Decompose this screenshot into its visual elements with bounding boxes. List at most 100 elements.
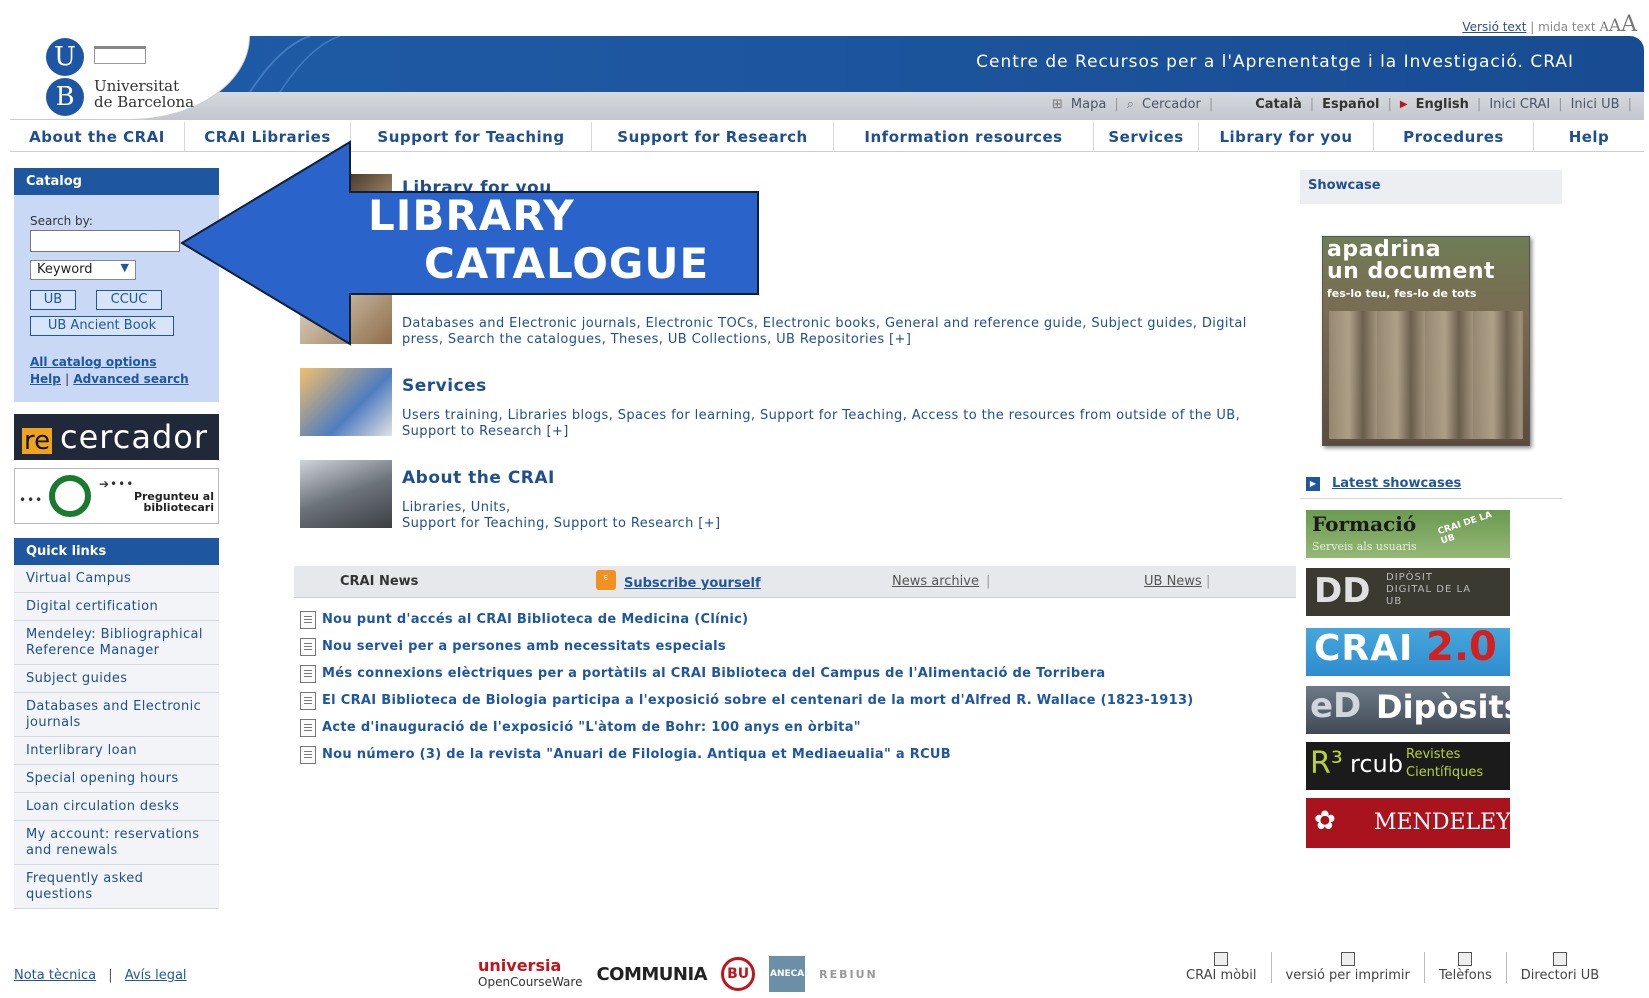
mobile-link[interactable]: CRAI mòbil: [1172, 952, 1271, 983]
nav-about-crai[interactable]: About the CRAI: [10, 122, 185, 151]
text-version-link[interactable]: Versió text: [1462, 20, 1526, 34]
rebiun-logo[interactable]: REBIUN: [819, 968, 878, 981]
news-item[interactable]: Nou punt d'accés al CRAI Biblioteca de M…: [300, 606, 1194, 633]
news-item-text: Nou punt d'accés al CRAI Biblioteca de M…: [322, 612, 749, 627]
ub-news-link[interactable]: UB News: [1144, 574, 1202, 589]
formacio-banner[interactable]: Formació Serveis als usuaris CRAI DE LA …: [1306, 510, 1510, 558]
ask-librarian-banner[interactable]: ••• ➔••• Pregunteu al bibliotecari: [14, 468, 219, 524]
universia-logo[interactable]: universia OpenCourseWare: [478, 958, 582, 990]
universia-text: universia: [478, 956, 562, 975]
crai20-banner[interactable]: CRAI 2.0: [1306, 628, 1510, 676]
rcub-subtitle: Revistes Científiques: [1406, 747, 1484, 780]
quick-link-my-account[interactable]: My account: reservations and renewals: [14, 821, 219, 865]
divider: |: [986, 574, 991, 589]
nav-services[interactable]: Services: [1094, 122, 1199, 151]
text-size-small-button[interactable]: A: [1599, 20, 1608, 35]
nav-help[interactable]: Help: [1534, 122, 1644, 151]
quick-link-databases[interactable]: Databases and Electronic journals: [14, 693, 219, 737]
news-archive-link[interactable]: News archive: [892, 574, 979, 589]
document-icon: [300, 745, 316, 764]
recercador-banner[interactable]: re cercador: [14, 414, 219, 460]
news-item[interactable]: Nou servei per a persones amb necessitat…: [300, 633, 1194, 660]
news-item[interactable]: Nou número (3) de la revista "Anuari de …: [300, 741, 1194, 768]
formacio-title: Formació: [1312, 512, 1417, 536]
legal-notice-link[interactable]: Avís legal: [125, 968, 187, 983]
news-item-text: El CRAI Biblioteca de Biologia participa…: [322, 693, 1194, 708]
phones-link[interactable]: Telèfons: [1423, 952, 1506, 983]
bu-logo[interactable]: BU: [721, 957, 756, 991]
text-size-medium-button[interactable]: A: [1609, 16, 1621, 36]
site-header: U B Universitat de Barcelona Centre de R…: [10, 36, 1644, 122]
search-ccuc-button[interactable]: CCUC: [96, 290, 162, 310]
search-type-select[interactable]: Keyword ▼: [30, 260, 136, 280]
callout-line2: CATALOGUE: [424, 239, 710, 288]
search-ancient-book-button[interactable]: UB Ancient Book: [30, 316, 174, 336]
rss-icon[interactable]: ᵋ: [596, 570, 616, 590]
nav-procedures[interactable]: Procedures: [1374, 122, 1534, 151]
lang-espanol[interactable]: Español: [1322, 97, 1379, 112]
nav-library-for-you[interactable]: Library for you: [1199, 122, 1374, 151]
diposit-logo-icon: DD: [1314, 571, 1371, 611]
divider: |: [1627, 97, 1632, 112]
quick-link-digital-certification[interactable]: Digital certification: [14, 593, 219, 621]
formacio-subtitle: Serveis als usuaris: [1312, 540, 1417, 553]
logo-u: U: [46, 38, 84, 76]
quick-link-faq[interactable]: Frequently asked questions: [14, 865, 219, 909]
latest-showcases-link[interactable]: Latest showcases: [1332, 476, 1461, 491]
document-icon: [300, 637, 316, 656]
quick-link-mendeley[interactable]: Mendeley: Bibliographical Reference Mana…: [14, 621, 219, 665]
subscribe-link[interactable]: Subscribe yourself: [624, 576, 761, 591]
logo-wordmark: Universitat de Barcelona: [94, 78, 194, 110]
divider: |: [1530, 20, 1539, 34]
latest-showcases[interactable]: ▶ Latest showcases: [1306, 476, 1461, 491]
formacio-badge: CRAI DE LA UB: [1436, 510, 1494, 547]
quick-link-opening-hours[interactable]: Special opening hours: [14, 765, 219, 793]
quick-link-virtual-campus[interactable]: Virtual Campus: [14, 565, 219, 593]
quick-links-list: Virtual Campus Digital certification Men…: [14, 565, 219, 909]
directory-link[interactable]: Directori UB: [1505, 952, 1613, 983]
ask-librarian-label: Pregunteu al bibliotecari: [134, 491, 214, 513]
inici-crai-link[interactable]: Inici CRAI: [1489, 97, 1550, 112]
aneca-logo[interactable]: ANECA: [769, 956, 806, 992]
mendeley-banner[interactable]: ✿ MENDELEY: [1306, 798, 1510, 848]
search-ub-button[interactable]: UB: [30, 290, 76, 310]
news-item[interactable]: Més connexions elèctriques per a portàti…: [300, 660, 1194, 687]
quick-link-loan-desks[interactable]: Loan circulation desks: [14, 793, 219, 821]
ediposits-banner[interactable]: eD Dipòsits: [1306, 686, 1510, 734]
mendeley-text: MENDELEY: [1374, 810, 1510, 835]
news-item[interactable]: El CRAI Biblioteca de Biologia participa…: [300, 687, 1194, 714]
section-description: Libraries, Units, Support for Teaching, …: [402, 500, 1292, 532]
nav-information-resources[interactable]: Information resources: [834, 122, 1094, 151]
technical-note-link[interactable]: Nota tècnica: [14, 968, 96, 983]
lang-english[interactable]: English: [1416, 97, 1469, 112]
sitemap-icon: ⊞: [1052, 97, 1063, 112]
diposit-digital-banner[interactable]: DD DIPÒSIT DIGITAL DE LA UB: [1306, 568, 1510, 616]
showcase-image[interactable]: apadrina un document fes-lo teu, fes-lo …: [1322, 236, 1530, 446]
section-title[interactable]: About the CRAI: [402, 468, 555, 488]
catalog-help-link[interactable]: Help: [30, 372, 61, 386]
section-title[interactable]: Services: [402, 376, 487, 396]
advanced-search-link[interactable]: Advanced search: [73, 372, 188, 386]
utility-nav: ⊞ Mapa | ⌕ Cercador | Català | Español |…: [1052, 97, 1632, 112]
sitemap-link[interactable]: Mapa: [1071, 97, 1106, 112]
showcase-title: Showcase: [1300, 170, 1562, 204]
lang-catala[interactable]: Català: [1255, 97, 1302, 112]
communia-logo[interactable]: COMMUNIA: [596, 964, 707, 985]
section-services: Services Users training, Libraries blogs…: [300, 368, 1300, 439]
text-size-large-button[interactable]: A: [1621, 12, 1637, 37]
search-link[interactable]: Cercador: [1142, 97, 1201, 112]
search-by-label: Search by:: [30, 214, 93, 228]
news-title: CRAI News: [340, 574, 419, 589]
catalog-search-input[interactable]: [30, 230, 180, 252]
rcub-banner[interactable]: R³ rcub Revistes Científiques: [1306, 742, 1510, 790]
document-icon: [300, 691, 316, 710]
quick-link-interlibrary-loan[interactable]: Interlibrary loan: [14, 737, 219, 765]
quick-link-subject-guides[interactable]: Subject guides: [14, 665, 219, 693]
print-link[interactable]: versió per imprimir: [1270, 952, 1424, 983]
inici-ub-link[interactable]: Inici UB: [1571, 97, 1620, 112]
services-thumbnail: [300, 368, 392, 436]
news-item[interactable]: Acte d'inauguració de l'exposició "L'àto…: [300, 714, 1194, 741]
rcub-text: rcub: [1350, 750, 1403, 778]
all-catalog-options-link[interactable]: All catalog options: [30, 355, 156, 369]
diposit-text: DIPÒSIT DIGITAL DE LA UB: [1386, 572, 1472, 607]
